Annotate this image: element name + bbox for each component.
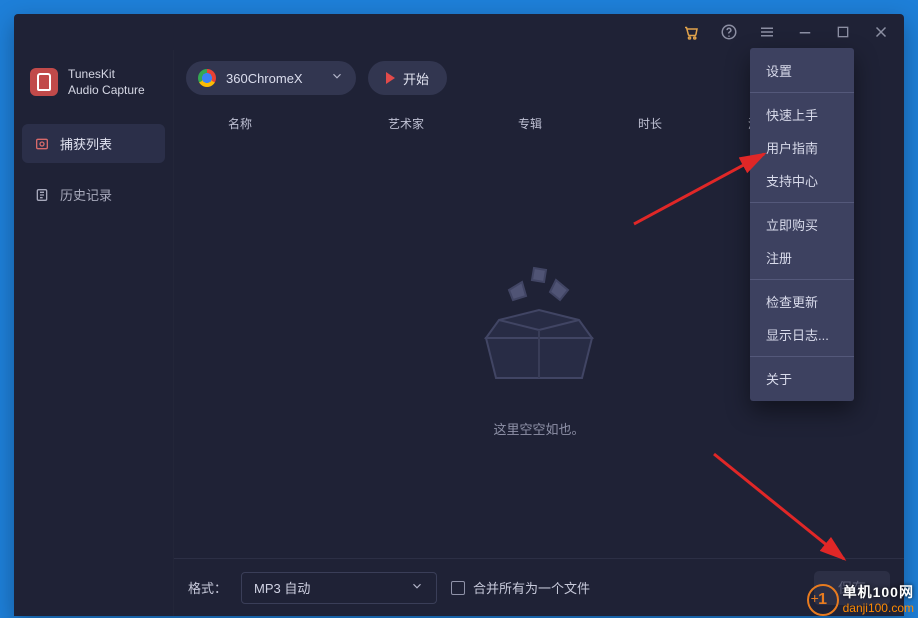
col-album: 专辑: [518, 115, 638, 132]
format-dropdown[interactable]: MP3 自动: [241, 572, 437, 604]
menu-item[interactable]: 注册: [750, 241, 854, 274]
sidebar-item-label: 捕获列表: [60, 134, 112, 153]
menu-separator: [750, 92, 854, 93]
empty-box-icon: [464, 260, 614, 395]
history-icon: [34, 187, 50, 203]
checkbox-icon: [451, 581, 465, 595]
menu-item[interactable]: 检查更新: [750, 285, 854, 318]
col-duration: 时长: [638, 115, 748, 132]
chevron-down-icon: [330, 69, 344, 88]
app-logo: TunesKit Audio Capture: [22, 60, 165, 112]
menu-item[interactable]: 用户指南: [750, 131, 854, 164]
app-window: TunesKit Audio Capture 捕获列表 历: [14, 14, 904, 616]
bottom-bar: 格式： MP3 自动 合并所有为一个文件 保存: [174, 558, 904, 616]
source-dropdown[interactable]: 360ChromeX: [186, 61, 356, 95]
cart-icon[interactable]: [674, 17, 708, 47]
sidebar-item-label: 历史记录: [60, 185, 112, 204]
col-name: 名称: [188, 115, 388, 132]
app-title-line2: Audio Capture: [68, 82, 145, 98]
menu-item[interactable]: 立即购买: [750, 208, 854, 241]
help-icon[interactable]: [712, 17, 746, 47]
capture-list-icon: [34, 136, 50, 152]
watermark: +1 单机100网 danji100.com: [807, 584, 914, 616]
format-value: MP3 自动: [254, 578, 402, 597]
sidebar-item-capture-list[interactable]: 捕获列表: [22, 124, 165, 163]
start-button[interactable]: 开始: [368, 61, 447, 95]
format-label: 格式：: [188, 578, 227, 597]
source-label: 360ChromeX: [226, 71, 320, 86]
chevron-down-icon: [410, 579, 424, 596]
menu-item[interactable]: 支持中心: [750, 164, 854, 197]
menu-separator: [750, 279, 854, 280]
merge-checkbox[interactable]: 合并所有为一个文件: [451, 578, 590, 597]
merge-label: 合并所有为一个文件: [473, 578, 590, 597]
settings-menu: 设置快速上手用户指南支持中心立即购买注册检查更新显示日志... 关于: [750, 48, 854, 401]
col-artist: 艺术家: [388, 115, 518, 132]
menu-icon[interactable]: [750, 17, 784, 47]
logo-icon: [30, 68, 58, 96]
minimize-icon[interactable]: [788, 17, 822, 47]
menu-item[interactable]: 关于: [750, 362, 854, 395]
close-icon[interactable]: [864, 17, 898, 47]
app-title-line1: TunesKit: [68, 66, 145, 82]
start-label: 开始: [403, 69, 429, 88]
play-icon: [386, 72, 395, 84]
title-bar: [14, 14, 904, 50]
sidebar: TunesKit Audio Capture 捕获列表 历: [14, 50, 174, 616]
app-title: TunesKit Audio Capture: [68, 66, 145, 98]
browser-icon: [198, 69, 216, 87]
menu-item[interactable]: 显示日志...: [750, 318, 854, 351]
empty-text: 这里空空如也。: [493, 419, 584, 438]
watermark-badge: +1: [807, 584, 839, 616]
menu-separator: [750, 202, 854, 203]
maximize-icon[interactable]: [826, 17, 860, 47]
menu-separator: [750, 356, 854, 357]
menu-item[interactable]: 快速上手: [750, 98, 854, 131]
watermark-title: 单机100网: [843, 584, 914, 600]
sidebar-item-history[interactable]: 历史记录: [22, 175, 165, 214]
watermark-url: danji100.com: [843, 600, 914, 616]
menu-item[interactable]: 设置: [750, 54, 854, 87]
